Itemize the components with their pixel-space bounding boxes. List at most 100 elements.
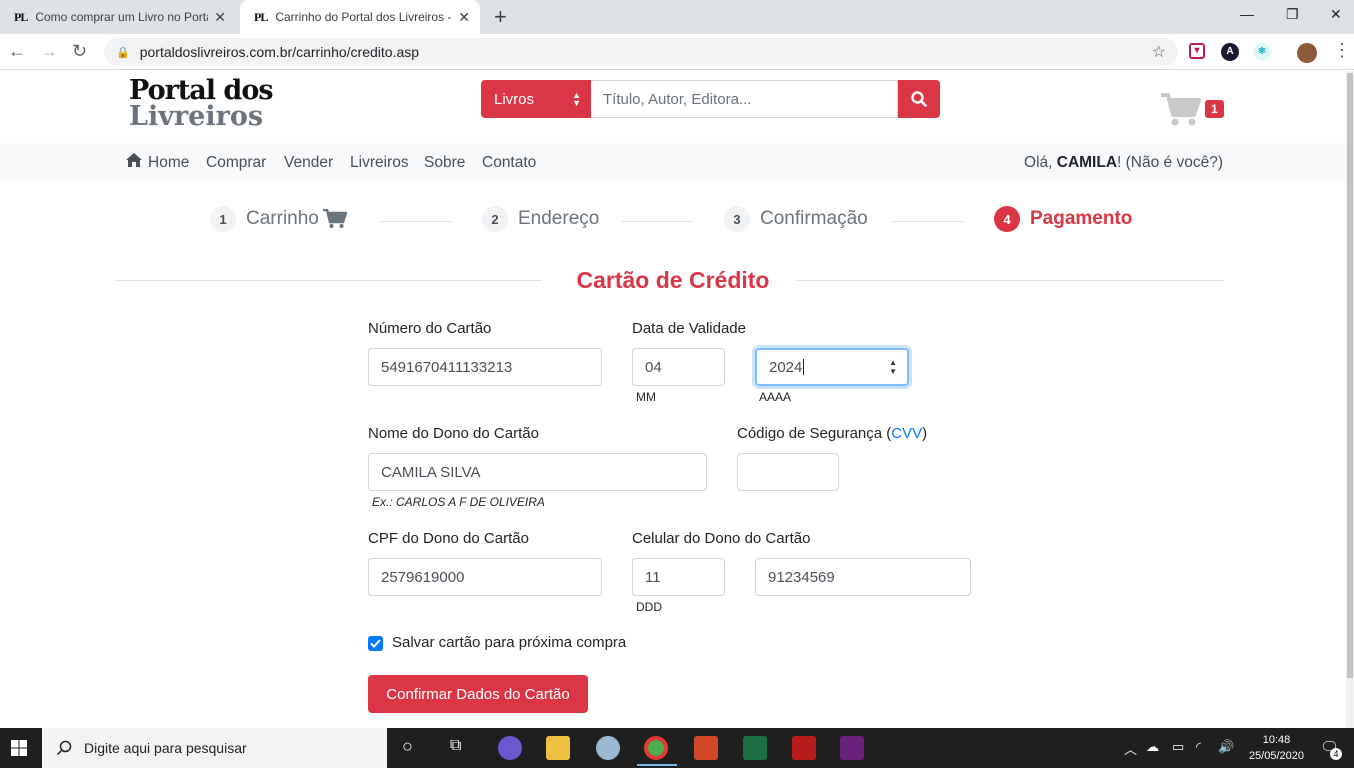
windows-start-icon[interactable] — [11, 740, 27, 756]
cvv-label: Código de Segurança (CVV) — [737, 425, 928, 442]
active-app-indicator — [637, 764, 677, 766]
forward-icon[interactable]: → — [40, 41, 58, 62]
close-tab-icon[interactable]: ✕ — [458, 9, 470, 26]
owner-name-input[interactable]: CAMILA SILVA — [368, 453, 707, 491]
step-confirmacao[interactable]: 3 Confirmação — [724, 206, 868, 232]
site-favicon-icon: PL — [14, 9, 28, 24]
notification-count-badge: 4 — [1330, 748, 1342, 760]
search-input[interactable]: Título, Autor, Editora... — [591, 80, 898, 118]
extension-icon[interactable]: ▾ — [1189, 43, 1205, 59]
save-card-label[interactable]: Salvar cartão para próxima compra — [392, 634, 626, 651]
profile-avatar[interactable] — [1297, 43, 1317, 63]
step-number: 2 — [482, 206, 508, 232]
close-window-icon[interactable]: ✕ — [1330, 6, 1342, 23]
github-desktop-icon[interactable] — [498, 736, 522, 760]
step-label: Endereço — [518, 208, 600, 229]
tray-expand-icon[interactable]: ︿ — [1124, 739, 1137, 758]
cvv-help-link[interactable]: CVV — [891, 425, 922, 442]
close-tab-icon[interactable]: ✕ — [214, 9, 226, 26]
filezilla-icon[interactable] — [792, 736, 816, 760]
powerpoint-icon[interactable] — [694, 736, 718, 760]
step-connector — [380, 221, 452, 222]
search-icon — [56, 740, 72, 756]
user-name: CAMILA — [1056, 154, 1118, 171]
nav-comprar[interactable]: Comprar — [206, 154, 266, 172]
cart-count-badge: 1 — [1205, 100, 1224, 118]
browser-tab[interactable]: PL Como comprar um Livro no Porta ✕ — [0, 0, 236, 34]
reload-icon[interactable]: ↻ — [72, 41, 87, 62]
paint-icon[interactable] — [596, 736, 620, 760]
file-explorer-icon[interactable] — [546, 736, 570, 760]
search-bar: Livros ▲ ▼ Título, Autor, Editora... — [481, 80, 940, 118]
scrollbar-thumb[interactable] — [1347, 73, 1353, 678]
taskbar-search-box[interactable]: Digite aqui para pesquisar — [42, 728, 387, 768]
nav-livreiros[interactable]: Livreiros — [350, 154, 409, 172]
home-icon[interactable] — [125, 152, 143, 173]
spinner-arrows-icon[interactable]: ▲ ▼ — [889, 358, 897, 376]
save-card-checkbox[interactable] — [368, 636, 383, 651]
step-connector — [892, 221, 964, 222]
expiry-month-input[interactable]: 04 — [632, 348, 725, 386]
battery-icon[interactable]: ▭ — [1172, 739, 1184, 755]
address-bar-row: ← → ↻ 🔒 portaldoslivreiros.com.br/carrin… — [0, 34, 1354, 70]
card-number-input[interactable]: 5491670411133213 — [368, 348, 602, 386]
volume-icon[interactable]: 🔊 — [1218, 739, 1234, 755]
chrome-menu-icon[interactable]: ⋮ — [1333, 40, 1351, 61]
tab-title: Como comprar um Livro no Porta — [35, 10, 209, 24]
nav-home[interactable]: Home — [148, 154, 189, 172]
wifi-icon[interactable]: ◜ — [1196, 739, 1201, 755]
cpf-input[interactable]: 2579619000 — [368, 558, 602, 596]
step-carrinho[interactable]: 1 Carrinho — [210, 206, 347, 232]
text-caret — [803, 359, 805, 375]
site-logo[interactable]: Portal dos Livreiros — [129, 77, 274, 132]
chrome-icon[interactable] — [644, 736, 668, 760]
expiry-year-input[interactable]: 2024 ▲ ▼ — [755, 348, 909, 386]
page-scrollbar[interactable] — [1346, 71, 1354, 728]
task-view-icon[interactable]: ⧉ — [450, 737, 461, 755]
step-connector — [622, 221, 694, 222]
user-greeting[interactable]: Olá, CAMILA! (Não é você?) — [1024, 154, 1223, 172]
step-pagamento[interactable]: 4 Pagamento — [994, 206, 1132, 232]
logo-line-2: Livreiros — [129, 101, 264, 132]
cvv-input[interactable] — [737, 453, 839, 491]
visual-studio-icon[interactable] — [840, 736, 864, 760]
tab-title: Carrinho do Portal dos Livreiros - — [275, 10, 452, 24]
taskbar-clock[interactable]: 10:48 25/05/2020 — [1249, 732, 1304, 764]
step-number: 3 — [724, 206, 750, 232]
step-number: 1 — [210, 206, 236, 232]
bookmark-star-icon[interactable]: ☆ — [1152, 42, 1166, 62]
site-favicon-icon: PL — [254, 9, 268, 24]
phone-ddd-input[interactable]: 11 — [632, 558, 725, 596]
nav-contato[interactable]: Contato — [482, 154, 536, 172]
restore-icon[interactable]: ❐ — [1286, 6, 1299, 23]
lock-icon: 🔒 — [116, 46, 130, 59]
step-endereco[interactable]: 2 Endereço — [482, 206, 599, 232]
expiry-year-value: 2024 — [769, 358, 803, 376]
new-tab-icon[interactable]: + — [494, 4, 507, 30]
taskbar-search-placeholder: Digite aqui para pesquisar — [84, 740, 247, 756]
excel-icon[interactable] — [743, 736, 767, 760]
expiry-year-hint: AAAA — [759, 390, 792, 404]
cart-icon — [322, 209, 347, 228]
back-icon[interactable]: ← — [8, 41, 26, 62]
confirm-card-button[interactable]: Confirmar Dados do Cartão — [368, 675, 588, 713]
windows-taskbar: Digite aqui para pesquisar ○ ⧉ ︿ ☁ ▭ ◜ 🔊… — [0, 728, 1354, 768]
search-category-select[interactable]: Livros ▲ ▼ — [481, 80, 591, 118]
expiry-month-hint: MM — [636, 390, 656, 404]
page-content: Portal dos Livreiros Livros ▲ ▼ Título, A… — [0, 71, 1346, 728]
onedrive-icon[interactable]: ☁ — [1146, 739, 1159, 755]
extension-react-icon[interactable]: ⚛ — [1253, 43, 1271, 61]
url-bar[interactable]: 🔒 portaldoslivreiros.com.br/carrinho/cre… — [104, 38, 1178, 66]
owner-name-hint: Ex.: CARLOS A F DE OLIVEIRA — [372, 495, 545, 509]
cortana-icon[interactable]: ○ — [402, 736, 413, 757]
browser-tab-bar: PL Como comprar um Livro no Porta ✕ PL C… — [0, 0, 1354, 34]
extension-a-icon[interactable]: A — [1221, 43, 1239, 61]
step-label: Confirmação — [760, 208, 868, 229]
nav-vender[interactable]: Vender — [284, 154, 333, 172]
phone-number-input[interactable]: 91234569 — [755, 558, 971, 596]
search-button[interactable] — [898, 80, 940, 118]
nav-sobre[interactable]: Sobre — [424, 154, 465, 172]
minimize-icon[interactable]: — — [1240, 6, 1254, 22]
cart-button[interactable] — [1161, 93, 1201, 132]
browser-tab-active[interactable]: PL Carrinho do Portal dos Livreiros - ✕ — [240, 0, 480, 34]
